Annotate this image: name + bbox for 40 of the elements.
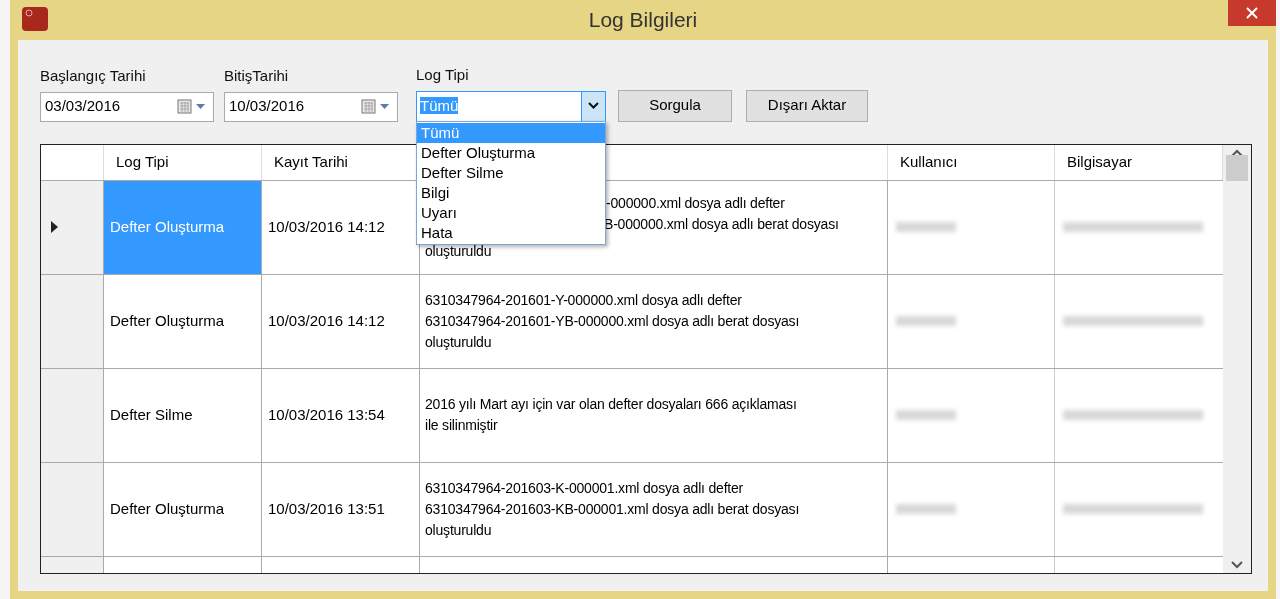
table-cell: 10/03/2016 13:54 (262, 368, 420, 462)
date-field[interactable]: 03/03/2016 (40, 91, 214, 122)
table-cell: 2016 yılı Mart ayı için var olan defter dosyaları 666 açıklaması ile silinmiştir (420, 368, 888, 462)
column-header[interactable]: Kullanıcı (888, 144, 1055, 180)
dropdown-option[interactable]: Uyarı (417, 203, 605, 223)
column-header[interactable]: Kayıt Tarihi (262, 144, 420, 180)
dropdown-arrow-button[interactable] (581, 91, 605, 121)
dropdown-option[interactable]: Defter Oluşturma (417, 143, 605, 163)
table-cell: 10/03/2016 14:12 (262, 274, 420, 368)
table-cell: 6310347964-201601-Y-000000.xml dosya adlı defter 6310347964-201601-YB-000000.xml dosya adlı berat dosyası oluşturuldu (420, 274, 888, 368)
scrollbar-thumb[interactable] (1226, 154, 1248, 181)
date-field[interactable]: 10/03/2016 (224, 91, 398, 122)
column-header[interactable]: Log Tipi (104, 144, 262, 180)
blurred-text (896, 504, 956, 514)
table-cell: Defter Oluşturma (104, 180, 262, 274)
window-title: Log Bilgileri (588, 7, 698, 34)
query-button[interactable]: Sorgula (618, 89, 732, 122)
export-button[interactable]: Dışarı Aktar (746, 89, 868, 122)
vertical-scrollbar[interactable] (1223, 144, 1251, 573)
table-cell: Defter Oluşturma (104, 274, 262, 368)
table-cell: 6310347964-201603-K-000001.xml dosya adlı defter 6310347964-201603-KB-000001.xml dosya adlı berat dosyası oluşturuldu (420, 462, 888, 556)
dropdown-option[interactable]: Bilgi (417, 183, 605, 203)
field-label: Başlangıç Tarihi (40, 66, 147, 86)
blurred-text (896, 316, 956, 326)
app-logo-icon (22, 7, 48, 31)
field-label: Log Tipi (416, 65, 470, 85)
chevron-down-icon (588, 102, 599, 110)
close-icon (1246, 7, 1258, 19)
table-cell: 10/03/2016 14:12 (262, 180, 420, 274)
blurred-text (896, 410, 956, 420)
table-cell: 10/03/2016 13:51 (262, 462, 420, 556)
dropdown-option[interactable]: Defter Silme (417, 163, 605, 183)
dropdown-option[interactable]: Hata (417, 223, 605, 243)
chevron-down-icon[interactable] (1231, 560, 1243, 569)
table-cell: Defter Silme (104, 368, 262, 462)
close-button[interactable] (1228, 0, 1276, 26)
current-row-icon (51, 221, 58, 233)
field-label: BitişTarihi (224, 66, 290, 86)
blurred-text (896, 222, 956, 232)
table-cell: Defter Oluşturma (104, 462, 262, 556)
